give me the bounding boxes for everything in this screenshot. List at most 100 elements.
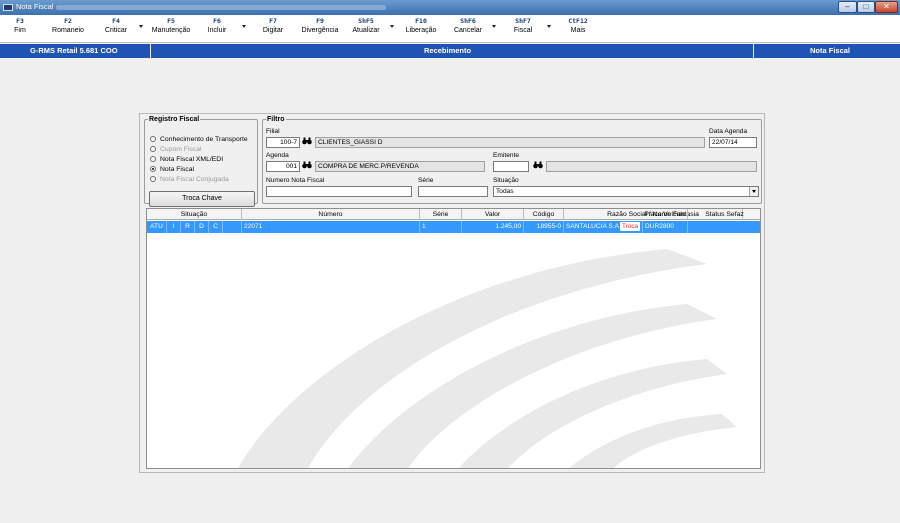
- toolbar-label: Criticar: [104, 27, 128, 34]
- data-agenda-input[interactable]: 22/07/14: [709, 137, 757, 148]
- criticar-dropdown-icon[interactable]: [139, 25, 143, 28]
- col-placa-header[interactable]: Placa Veículo: [643, 209, 688, 220]
- radio-dot: [150, 176, 156, 182]
- toolbar-atualizar-button[interactable]: ShF5 Atualizar: [347, 17, 385, 36]
- toolbar-label: Divergência: [301, 27, 339, 34]
- toolbar-key: F10: [415, 17, 427, 25]
- grid-header: Situação Número Série Valor Código Razão…: [147, 209, 760, 220]
- app-header-bar: G-RMS Retail 5.681 COO Recebimento Nota …: [0, 44, 900, 58]
- table-row[interactable]: ATU I R D C 22071 1 1.245,00 18955-0 SAN…: [147, 221, 760, 233]
- app-version: G-RMS Retail 5.681 COO: [30, 46, 118, 55]
- cancelar-dropdown-icon[interactable]: [492, 25, 496, 28]
- radio-dot: [150, 136, 156, 142]
- toolbar: F3 Fim F2 Romaneio F4 Criticar F5 Manute…: [0, 15, 900, 43]
- cell-flag-atu: ATU: [147, 221, 167, 233]
- toolbar-key: CtF12: [568, 17, 588, 25]
- toolbar-fim-button[interactable]: F3 Fim: [5, 17, 35, 36]
- cell-flag-d: D: [195, 221, 209, 233]
- toolbar-key: F2: [64, 17, 72, 25]
- radio-label: Nota Fiscal XML/EDI: [160, 156, 224, 163]
- col-numero-header[interactable]: Número: [242, 209, 420, 220]
- toolbar-label: Manutenção: [151, 27, 191, 34]
- cell-flag-r: R: [181, 221, 195, 233]
- situacao-label: Situação: [493, 177, 519, 184]
- toolbar-digitar-button[interactable]: F7 Digitar: [257, 17, 289, 36]
- registro-fiscal-group: Registro Fiscal Conhecimento de Transpor…: [144, 116, 258, 207]
- cell-flag-blank: [223, 221, 242, 233]
- col-codigo-header[interactable]: Código: [524, 209, 564, 220]
- col-situacao-header[interactable]: Situação: [147, 209, 242, 220]
- toolbar-label: Digitar: [262, 27, 284, 34]
- situacao-select[interactable]: Todas: [493, 186, 759, 197]
- troca-chave-button[interactable]: Troca Chave: [149, 191, 255, 207]
- toolbar-romaneio-button[interactable]: F2 Romaneio: [48, 17, 88, 36]
- fiscal-dropdown-icon[interactable]: [547, 25, 551, 28]
- toolbar-fiscal-button[interactable]: ShF7 Fiscal: [507, 17, 539, 36]
- incluir-dropdown-icon[interactable]: [242, 25, 246, 28]
- maximize-button[interactable]: □: [857, 1, 875, 13]
- toolbar-mais-button[interactable]: CtF12 Mais: [562, 17, 594, 36]
- atualizar-dropdown-icon[interactable]: [390, 25, 394, 28]
- numero-nota-label: Numero Nota Fiscal: [266, 177, 325, 184]
- toolbar-key: ShF5: [358, 17, 374, 25]
- radio-label: Nota Fiscal Conjugada: [160, 176, 229, 183]
- nota-fiscal-grid: Situação Número Série Valor Código Razão…: [146, 208, 761, 469]
- radio-nota-fiscal-conjugada: Nota Fiscal Conjugada: [150, 175, 229, 185]
- screen-title: Nota Fiscal: [810, 46, 851, 55]
- filtro-group: Filtro Filial 100-7 CLIENTES_GIASSI D Da…: [262, 116, 762, 204]
- filial-binoculars-icon[interactable]: [301, 137, 313, 147]
- emitente-binoculars-icon[interactable]: [532, 161, 544, 171]
- title-blurred-region: [56, 5, 386, 10]
- toolbar-manutencao-button[interactable]: F5 Manutenção: [148, 17, 194, 36]
- toolbar-key: ShF7: [515, 17, 531, 25]
- cell-flag-i: I: [167, 221, 181, 233]
- toolbar-label: Atualizar: [352, 27, 380, 34]
- serie-label: Série: [418, 177, 434, 184]
- toolbar-criticar-button[interactable]: F4 Criticar: [100, 17, 132, 36]
- toolbar-key: F3: [16, 17, 24, 25]
- troca-badge: Troca: [620, 222, 641, 231]
- toolbar-label: Cancelar: [453, 27, 482, 34]
- radio-label: Conhecimento de Transporte: [160, 136, 248, 143]
- toolbar-cancelar-button[interactable]: ShF6 Cancelar: [450, 17, 486, 36]
- cell-placa: DUR2800: [643, 221, 688, 233]
- toolbar-label: Liberação: [405, 27, 437, 34]
- emitente-code-input[interactable]: [493, 161, 529, 172]
- registro-fiscal-title: Registro Fiscal: [149, 116, 200, 123]
- cell-flag-c: C: [209, 221, 223, 233]
- module-title: Recebimento: [424, 46, 472, 55]
- appbar-divider: [753, 44, 754, 58]
- cell-numero: 22071: [242, 221, 420, 233]
- radio-cupom-fiscal: Cupom Fiscal: [150, 145, 202, 155]
- cell-codigo: 18955-0: [524, 221, 564, 233]
- radio-label: Nota Fiscal: [160, 166, 194, 173]
- agenda-desc-field: COMPRA DE MERC.P/REVENDA: [315, 161, 485, 172]
- col-serie-header[interactable]: Série: [420, 209, 462, 220]
- window-titlebar[interactable]: Nota Fiscal – □ ✕: [0, 0, 900, 15]
- chevron-down-icon[interactable]: [749, 187, 758, 196]
- toolbar-key: F6: [213, 17, 221, 25]
- agenda-binoculars-icon[interactable]: [301, 161, 313, 171]
- filial-code-input[interactable]: 100-7: [266, 137, 300, 148]
- cell-valor: 1.245,00: [462, 221, 524, 233]
- radio-conhecimento-transporte[interactable]: Conhecimento de Transporte: [150, 135, 248, 145]
- toolbar-label: Fiscal: [513, 27, 533, 34]
- toolbar-key: F4: [112, 17, 120, 25]
- radio-nota-fiscal-xml[interactable]: Nota Fiscal XML/EDI: [150, 155, 223, 165]
- agenda-code-input[interactable]: 001: [266, 161, 300, 172]
- minimize-button[interactable]: –: [838, 1, 857, 13]
- radio-nota-fiscal[interactable]: Nota Fiscal: [150, 165, 194, 175]
- filial-label: Filial: [266, 128, 280, 135]
- col-status-header[interactable]: Status Sefaz: [688, 209, 760, 220]
- main-panel: Registro Fiscal Conhecimento de Transpor…: [139, 113, 765, 473]
- close-button[interactable]: ✕: [875, 1, 898, 13]
- col-valor-header[interactable]: Valor: [462, 209, 524, 220]
- toolbar-divergencia-button[interactable]: F9 Divergência: [298, 17, 342, 36]
- toolbar-incluir-button[interactable]: F6 Incluir: [202, 17, 232, 36]
- emitente-name-field: [546, 161, 757, 172]
- numero-nota-input[interactable]: [266, 186, 412, 197]
- toolbar-liberacao-button[interactable]: F10 Liberação: [402, 17, 440, 36]
- serie-input[interactable]: [418, 186, 488, 197]
- toolbar-label: Mais: [570, 27, 586, 34]
- toolbar-key: F7: [269, 17, 277, 25]
